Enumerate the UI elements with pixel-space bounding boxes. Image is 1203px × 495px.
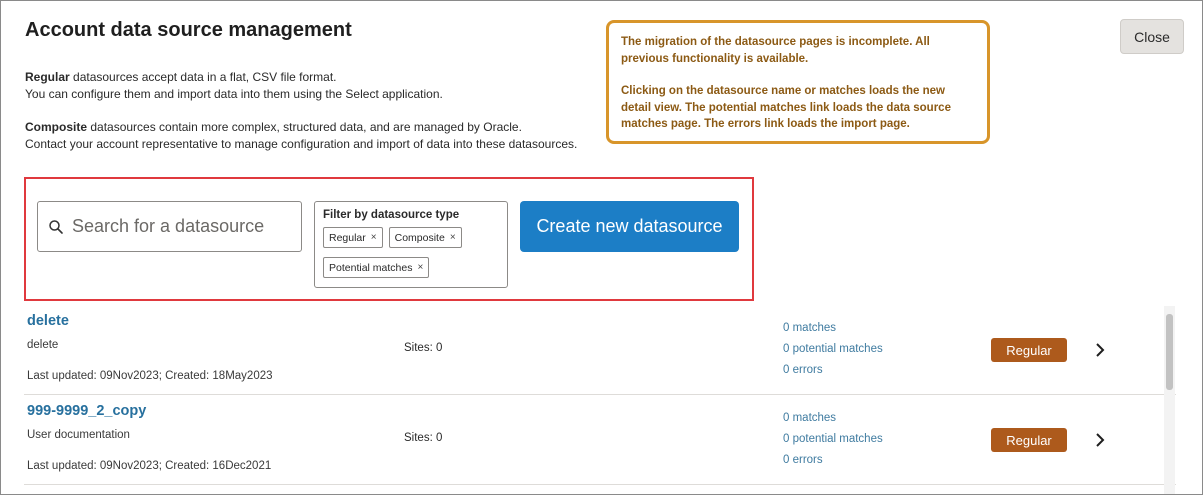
chevron-right-icon[interactable] [1090, 339, 1110, 361]
datasource-description: delete [27, 339, 59, 351]
datasource-row: 999-9999_2_copy User documentation Last … [24, 396, 1176, 485]
matches-link[interactable]: 0 matches [783, 320, 883, 336]
filter-title: Filter by datasource type [323, 209, 460, 221]
search-field[interactable] [37, 201, 302, 252]
datasource-name-link[interactable]: 999-9999_2_copy [27, 403, 146, 419]
page-title: Account data source management [25, 19, 352, 41]
datasource-description: User documentation [27, 429, 130, 441]
datasource-stats: 0 matches 0 potential matches 0 errors [783, 410, 883, 468]
create-datasource-button[interactable]: Create new datasource [520, 201, 739, 252]
chip-label: Regular [329, 231, 366, 244]
notice-paragraph-2: Clicking on the datasource name or match… [621, 85, 951, 130]
remove-icon[interactable]: × [450, 232, 456, 243]
search-icon [49, 219, 63, 234]
composite-line-1: datasources contain more complex, struct… [87, 120, 522, 134]
datasource-management-window: Account data source management Close Reg… [0, 0, 1203, 495]
chevron-right-icon[interactable] [1090, 429, 1110, 451]
type-badge: Regular [991, 428, 1067, 452]
filter-chip-composite[interactable]: Composite × [388, 227, 462, 248]
scrollbar-thumb[interactable] [1166, 314, 1173, 390]
datasource-stats: 0 matches 0 potential matches 0 errors [783, 320, 883, 378]
datasource-name-link[interactable]: delete [27, 313, 69, 329]
chip-label: Composite [394, 231, 445, 244]
matches-link[interactable]: 0 matches [783, 410, 883, 426]
filter-chip-potential-matches[interactable]: Potential matches × [323, 257, 430, 278]
datasource-dates: Last updated: 09Nov2023; Created: 16Dec2… [27, 460, 272, 472]
potential-matches-link[interactable]: 0 potential matches [783, 341, 883, 357]
remove-icon[interactable]: × [417, 262, 423, 273]
datasource-sites: Sites: 0 [404, 432, 443, 444]
composite-description: Composite datasources contain more compl… [25, 119, 577, 153]
potential-matches-link[interactable]: 0 potential matches [783, 431, 883, 447]
composite-line-2: Contact your account representative to m… [25, 137, 578, 151]
errors-link[interactable]: 0 errors [783, 452, 883, 468]
datasource-list: delete delete Last updated: 09Nov2023; C… [24, 306, 1176, 494]
datasource-row: delete delete Last updated: 09Nov2023; C… [24, 306, 1176, 395]
list-scrollbar[interactable] [1164, 306, 1175, 494]
filter-chip-regular[interactable]: Regular × [323, 227, 383, 248]
search-input[interactable] [72, 216, 292, 237]
datasource-sites: Sites: 0 [404, 342, 443, 354]
filter-chips: Regular × Composite × Potential matches … [323, 227, 499, 278]
notice-paragraph-1: The migration of the datasource pages is… [621, 36, 930, 65]
regular-line-1: datasources accept data in a flat, CSV f… [69, 70, 337, 84]
remove-icon[interactable]: × [371, 232, 377, 243]
regular-description: Regular datasources accept data in a fla… [25, 69, 443, 103]
regular-term: Regular [25, 70, 70, 84]
migration-notice: The migration of the datasource pages is… [606, 20, 990, 144]
errors-link[interactable]: 0 errors [783, 362, 883, 378]
datasource-type-filter: Filter by datasource type Regular × Comp… [314, 201, 508, 288]
close-button[interactable]: Close [1120, 19, 1184, 54]
datasource-dates: Last updated: 09Nov2023; Created: 18May2… [27, 370, 273, 382]
composite-term: Composite [25, 120, 88, 134]
regular-line-2: You can configure them and import data i… [25, 87, 443, 101]
type-badge: Regular [991, 338, 1067, 362]
chip-label: Potential matches [329, 261, 413, 274]
